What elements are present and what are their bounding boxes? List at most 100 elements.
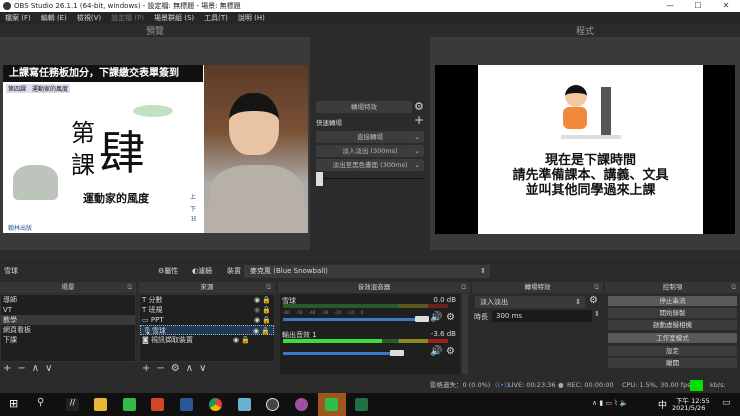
float-icon[interactable]: ⧉ [266,282,271,293]
add-icon[interactable]: + [142,363,156,374]
search-icon[interactable]: ⚲ [37,397,44,408]
move-up-icon[interactable]: ∧ [32,363,45,374]
duration-input[interactable]: 300 ms [492,310,592,322]
transition-column: 轉場特效 ⚙ 快速轉場 + 直接轉場 ⌄ 淡入淡出 (300ms) ⌄ 淡出至黑色畫… [313,37,427,250]
preview-banner: 上課寫任務板加分，下課繳交表單簽到 [3,65,203,82]
gear-icon[interactable]: ⚙ [171,363,186,374]
quick-transition-cut[interactable]: 直接轉場 ⌄ [316,131,424,143]
stop-streaming-button[interactable]: 停止串流 [608,296,737,306]
menu-help[interactable]: 說明 (H) [238,12,265,24]
obs-taskbar-icon[interactable] [266,398,279,411]
eye-icon[interactable]: ◉ 🔒 [233,335,253,345]
maximize-button[interactable]: ☐ [684,0,712,12]
scene-item[interactable]: 網頁看板 [1,325,135,335]
chrome-icon[interactable] [209,398,222,411]
gear-icon[interactable]: ⚙ [589,295,598,306]
ime-indicator[interactable]: 中 [658,398,667,411]
source-item[interactable]: 🎙雪球 ◉ 🔒 [140,325,274,335]
volume-slider-handle[interactable] [415,316,429,322]
move-down-icon[interactable]: ∨ [199,363,212,374]
exit-button[interactable]: 離開 [608,358,737,368]
source-item[interactable]: ◙ 視訊擷取裝置 ◉ 🔒 [140,335,274,345]
remove-icon[interactable]: − [156,363,170,374]
t-bar-handle[interactable] [316,172,323,186]
powerpoint-icon[interactable] [151,398,164,411]
gear-icon[interactable]: ⚙ [446,312,455,323]
scene-item[interactable]: 教學 [1,315,135,325]
eye-icon[interactable]: ◉ 🔒 [254,295,274,305]
gear-icon[interactable]: ⚙ [446,346,455,357]
preview-canvas[interactable]: 上課寫任務板加分，下課繳交表單簽到 第四課 運動家的風度 第 課 肆 運動家的風… [3,65,308,233]
program-line-1: 現在是下課時間 [544,153,636,168]
quick-transition-label: 淡入淡出 (300ms) [342,147,398,155]
float-icon[interactable]: ⧉ [127,282,132,293]
media-app-icon[interactable] [295,398,308,411]
properties-button[interactable]: ⚙屬性 [158,263,178,280]
move-down-icon[interactable]: ∨ [45,363,58,374]
speaker-icon[interactable]: 🔊 [430,312,442,323]
remove-icon[interactable]: − [17,363,31,374]
transition-button[interactable]: 轉場特效 [316,101,412,113]
t-bar-track[interactable] [316,178,424,179]
volume-slider[interactable] [283,318,419,321]
gear-icon[interactable]: ⚙ [414,100,424,113]
app-icon[interactable] [238,398,251,411]
scrollbar[interactable] [462,294,468,374]
menu-profile[interactable]: 設定檔 (P) [111,12,144,24]
volume-slider[interactable] [283,352,393,355]
menu-view[interactable]: 檢視(V) [77,12,101,24]
nav-down: 下 [190,206,197,213]
source-item[interactable]: T 分數 ◉ 🔒 [140,295,274,305]
add-icon[interactable]: + [3,363,17,374]
spin-icon[interactable]: ⇕ [594,310,600,318]
excel-icon[interactable] [355,398,368,411]
minimize-button[interactable]: — [656,0,684,12]
eye-icon[interactable]: ◉ 🔒 [254,315,274,325]
windows-start-icon[interactable]: ⊞ [9,397,18,410]
studio-mode-button[interactable]: 工作室模式 [608,333,737,343]
filters-button[interactable]: ◐濾鏡 [192,263,212,280]
scene-item[interactable]: 導師 [1,295,135,305]
transition-select[interactable]: 淡入淡出 ⇕ [475,296,585,308]
scene-item[interactable]: 下課 [1,335,135,345]
volume-meter [283,304,448,308]
transitions-title-text: 轉場特效 [524,283,551,291]
menu-scene-collection[interactable]: 場景群組 (S) [154,12,194,24]
tray-icons[interactable]: ∧ ▮ ▭ ⌇ 🔈 [592,399,629,407]
eye-icon[interactable]: ◉ 🔒 [253,326,273,336]
line-icon[interactable] [325,398,338,411]
eye-hidden-icon[interactable]: ◉ 🔒 [254,305,274,315]
menu-tools[interactable]: 工具(T) [204,12,228,24]
close-button[interactable]: ✕ [712,0,740,12]
source-name: 班規 [148,306,163,314]
move-up-icon[interactable]: ∧ [186,363,199,374]
device-select[interactable]: 麥克風 (Blue Snowball) ⇕ [244,265,490,278]
source-item[interactable]: T 班規 ◉ 🔒 [140,305,274,315]
scene-item[interactable]: VT [1,305,135,315]
clock-date[interactable]: 2021/5/26 [672,404,705,412]
quick-transition-fade-black[interactable]: 淡出至黑色畫面 (300ms) ⌄ [316,159,424,171]
menu-edit[interactable]: 編輯 (E) [41,12,67,24]
menu-file[interactable]: 檔案 (F) [5,12,31,24]
add-icon[interactable]: + [414,113,424,127]
line-icon[interactable] [123,398,136,411]
app-icon[interactable]: // [66,398,79,411]
quick-transition-fade[interactable]: 淡入淡出 (300ms) ⌄ [316,145,424,157]
word-icon[interactable] [180,398,193,411]
channel-db: 0.0 dB [433,296,456,304]
float-icon[interactable]: ⧉ [461,282,466,293]
speaker-icon[interactable]: 🔊 [430,346,442,357]
scenes-title: 場景 ⧉ [0,282,136,293]
settings-button[interactable]: 設定 [608,346,737,356]
rec-icon: ● [558,381,564,389]
start-virtual-camera-button[interactable]: 啟動虛擬相機 [608,320,737,330]
source-item[interactable]: ▭ PPT ◉ 🔒 [140,315,274,325]
float-icon[interactable]: ⧉ [731,282,736,293]
file-explorer-icon[interactable] [94,398,107,411]
camera-icon: ◙ [142,336,152,344]
sources-list: T 分數 ◉ 🔒 T 班規 ◉ 🔒 ▭ PPT ◉ 🔒 🎙雪球 ◉ 🔒 ◙ 視訊擷取裝置… [139,294,275,362]
volume-slider-handle[interactable] [390,350,404,356]
start-recording-button[interactable]: 開始錄製 [608,308,737,318]
notification-icon[interactable]: ▭ [722,398,731,408]
float-icon[interactable]: ⧉ [594,282,599,293]
